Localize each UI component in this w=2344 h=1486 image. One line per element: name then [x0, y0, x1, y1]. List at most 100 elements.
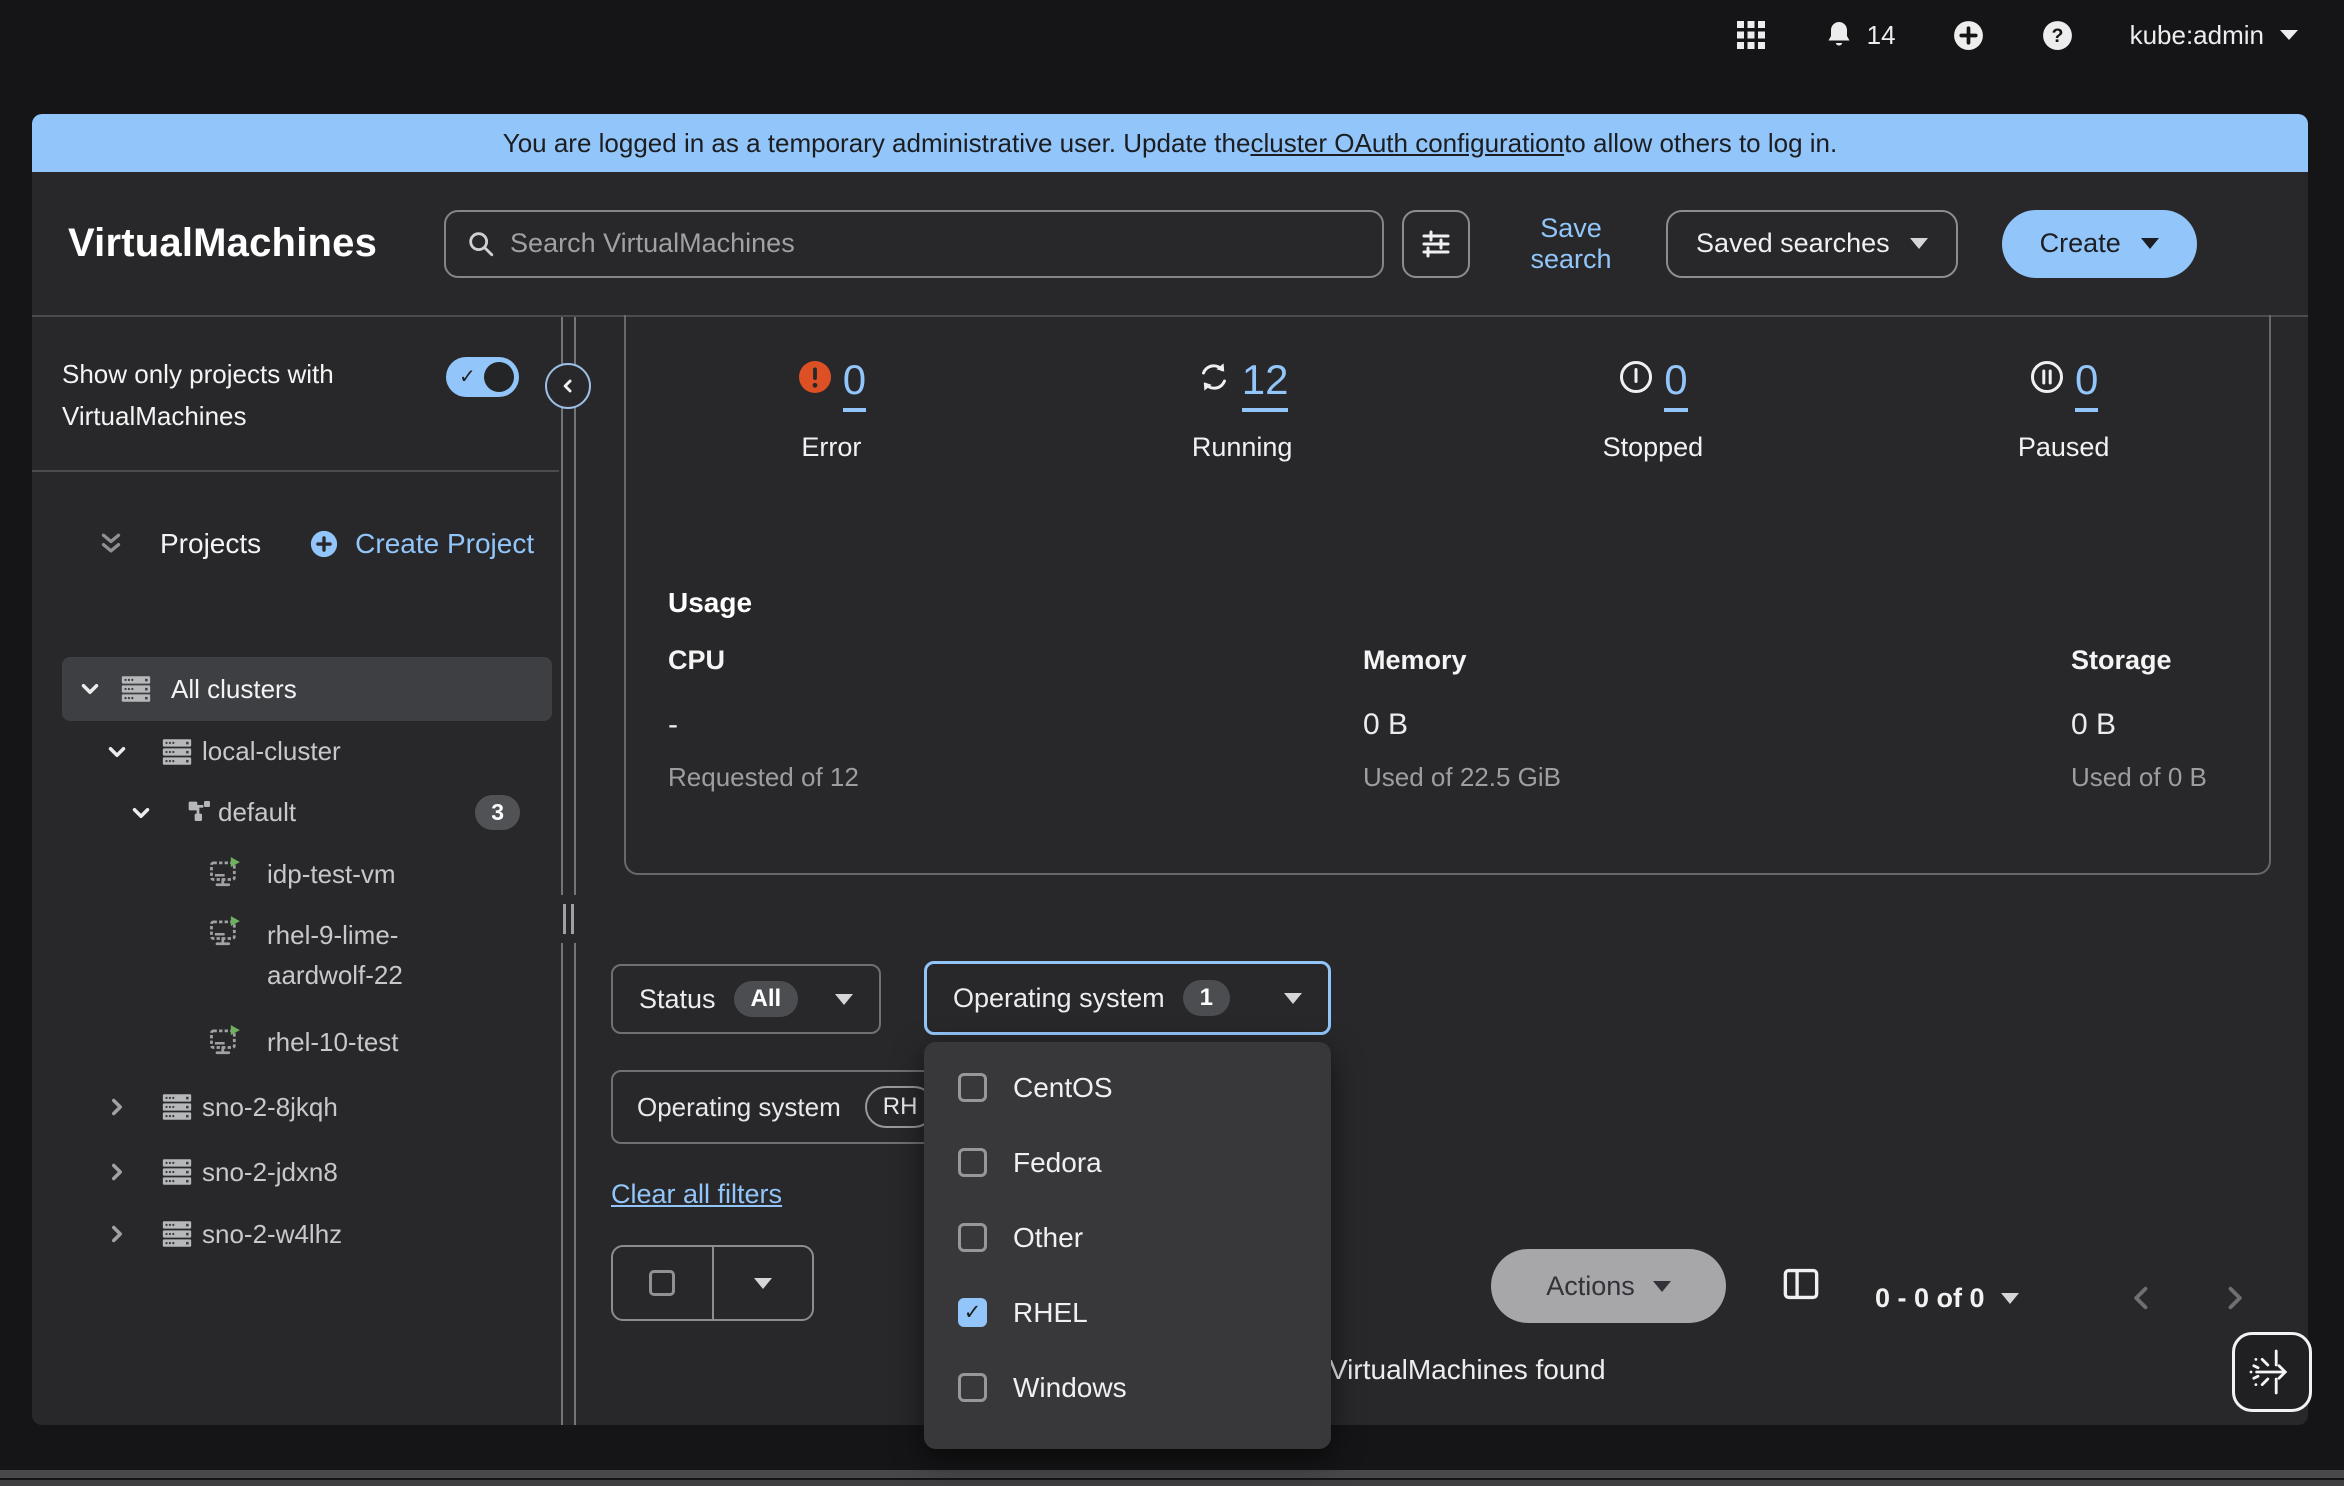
tree-item-all-clusters[interactable]: All clusters	[62, 657, 552, 721]
os-option-centos[interactable]: CentOS	[924, 1050, 1331, 1125]
tree-item-vm[interactable]: rhel-9-lime-aardwolf-22	[62, 905, 552, 1011]
stopped-count-link[interactable]: 0	[1664, 359, 1687, 412]
select-all-checkbox-cell[interactable]	[613, 1247, 714, 1319]
search-input[interactable]	[510, 228, 1362, 259]
tree-item-local-cluster[interactable]: local-cluster	[62, 721, 552, 782]
sync-icon	[1196, 359, 1232, 395]
status-label: Error	[801, 432, 861, 463]
plus-circle-icon	[1952, 19, 1985, 52]
chevron-down-icon[interactable]	[104, 739, 130, 765]
create-label: Create	[2040, 228, 2121, 259]
pagination-next-button[interactable]	[2219, 1283, 2249, 1313]
tree-item-cluster-collapsed[interactable]: sno-2-8jkqh	[62, 1073, 552, 1141]
saved-searches-button[interactable]: Saved searches	[1666, 210, 1958, 278]
caret-down-icon	[2141, 238, 2159, 249]
checkbox-icon[interactable]	[958, 1373, 987, 1402]
toggle-knob	[484, 362, 514, 392]
collapse-all-icon[interactable]	[96, 529, 126, 559]
os-option-windows[interactable]: Windows	[924, 1350, 1331, 1425]
divider-drag-handle[interactable]	[556, 895, 580, 943]
os-option-fedora[interactable]: Fedora	[924, 1125, 1331, 1200]
error-count-link[interactable]: 0	[843, 359, 866, 412]
usage-cpu: CPU - Requested of 12	[668, 645, 1363, 793]
os-option-rhel[interactable]: ✓ RHEL	[924, 1275, 1331, 1350]
chevron-down-icon[interactable]	[128, 800, 154, 826]
create-button[interactable]: Create	[2002, 210, 2197, 278]
status-label: Running	[1192, 432, 1293, 463]
username: kube:admin	[2130, 20, 2264, 51]
sidebar-collapse-button[interactable]	[545, 363, 591, 409]
checkbox-icon[interactable]	[958, 1223, 987, 1252]
checkbox-icon[interactable]	[958, 1073, 987, 1102]
page-toolbar: VirtualMachines Save search Saved search…	[32, 172, 2308, 317]
running-count-link[interactable]: 12	[1242, 359, 1289, 412]
cluster-icon	[160, 1090, 194, 1124]
vm-running-icon	[208, 1024, 244, 1060]
tree-item-label: sno-2-jdxn8	[202, 1157, 338, 1188]
user-menu[interactable]: kube:admin	[2130, 20, 2298, 51]
plus-circle-icon	[309, 529, 339, 559]
tree-item-label: default	[218, 797, 296, 828]
usage-columns: CPU - Requested of 12 Memory 0 B Used of…	[668, 645, 2227, 793]
chevron-left-icon	[558, 376, 578, 396]
chevron-left-icon	[2127, 1283, 2157, 1313]
oauth-config-link[interactable]: cluster OAuth configuration	[1250, 128, 1564, 159]
advanced-search-button[interactable]	[1402, 210, 1470, 278]
banner-text-after: to allow others to log in.	[1564, 128, 1837, 159]
pagination-control[interactable]: 0 - 0 of 0	[1875, 1261, 2019, 1335]
caret-down-icon	[1284, 993, 1302, 1004]
clear-all-filters-link[interactable]: Clear all filters	[611, 1179, 782, 1210]
tree-item-label: All clusters	[171, 674, 297, 705]
projects-filter-toggle[interactable]: ✓	[446, 357, 519, 397]
app-launcher-button[interactable]	[1735, 19, 1767, 51]
chevron-right-icon[interactable]	[104, 1159, 130, 1185]
usage-memory: Memory 0 B Used of 22.5 GiB	[1363, 645, 2071, 793]
projects-filter-label: Show only projects with VirtualMachines	[62, 353, 397, 437]
help-button[interactable]: ?	[2041, 19, 2074, 52]
error-icon	[797, 359, 833, 395]
tree-item-label: rhel-10-test	[267, 1027, 399, 1058]
vm-count-badge: 3	[475, 795, 520, 830]
select-all-dropdown-cell[interactable]	[714, 1247, 813, 1319]
chevron-down-icon[interactable]	[77, 676, 103, 702]
checkbox-icon[interactable]	[649, 1270, 675, 1296]
tree-item-cluster-collapsed[interactable]: sno-2-jdxn8	[62, 1141, 552, 1203]
vm-running-icon	[208, 915, 244, 951]
quick-create-button[interactable]	[1952, 19, 1985, 52]
status-filter-select[interactable]: Status All	[611, 964, 881, 1034]
notifications-button[interactable]: 14	[1823, 19, 1896, 51]
pagination-prev-button[interactable]	[2127, 1283, 2157, 1313]
search-icon	[466, 229, 496, 259]
tree-item-vm[interactable]: idp-test-vm	[62, 843, 552, 905]
status-stopped: 0 Stopped	[1448, 359, 1859, 463]
select-all-split-button[interactable]	[611, 1245, 814, 1321]
checkbox-icon[interactable]	[958, 1148, 987, 1177]
lightspeed-icon	[2244, 1344, 2300, 1400]
status-running: 12 Running	[1037, 359, 1448, 463]
chevron-right-icon	[2219, 1283, 2249, 1313]
save-search-link[interactable]: Save search	[1496, 213, 1646, 275]
projects-sidebar: Show only projects with VirtualMachines …	[32, 317, 559, 1425]
tree-item-default-project[interactable]: default 3	[62, 782, 552, 843]
create-project-label: Create Project	[355, 528, 534, 560]
paused-icon	[2029, 359, 2065, 395]
checkbox-checked-icon[interactable]: ✓	[958, 1298, 987, 1327]
tree-item-vm[interactable]: rhel-10-test	[62, 1011, 552, 1073]
status-paused: 0 Paused	[1858, 359, 2269, 463]
tree-item-cluster-collapsed[interactable]: sno-2-w4lhz	[62, 1203, 552, 1265]
actions-button[interactable]: Actions	[1491, 1249, 1726, 1323]
manage-columns-button[interactable]	[1782, 1265, 1820, 1303]
caret-down-icon	[835, 994, 853, 1005]
chevron-right-icon[interactable]	[104, 1094, 130, 1120]
project-tree: All clusters local-cluster	[32, 657, 559, 1265]
create-project-button[interactable]: Create Project	[309, 528, 534, 560]
status-summary: 0 Error	[626, 315, 2269, 463]
svg-text:?: ?	[2051, 25, 2063, 47]
paused-count-link[interactable]: 0	[2075, 359, 2098, 412]
lightspeed-assistant-button[interactable]	[2232, 1332, 2312, 1412]
os-option-other[interactable]: Other	[924, 1200, 1331, 1275]
saved-searches-label: Saved searches	[1696, 228, 1890, 259]
login-banner: You are logged in as a temporary adminis…	[32, 114, 2308, 172]
os-filter-select[interactable]: Operating system 1	[924, 961, 1331, 1035]
chevron-right-icon[interactable]	[104, 1221, 130, 1247]
